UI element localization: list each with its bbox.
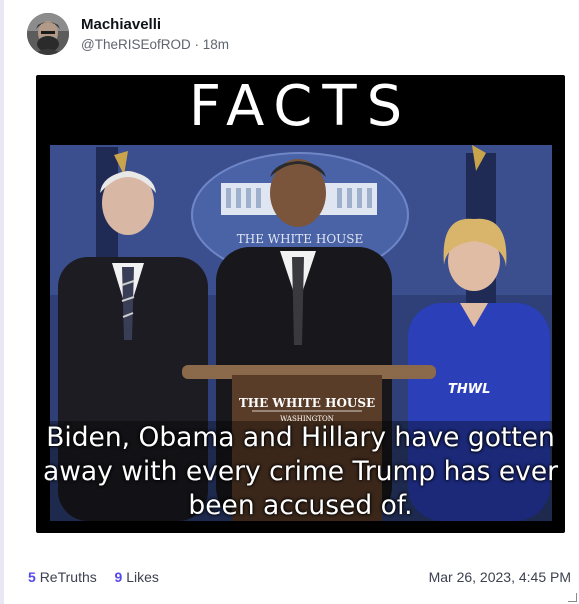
- author-handle[interactable]: @TheRISEofROD: [81, 37, 191, 52]
- post-timestamp[interactable]: Mar 26, 2023, 4:45 PM: [429, 569, 571, 585]
- likes-count: 9: [114, 569, 123, 585]
- image-caption: Biden, Obama and Hillary have gotten awa…: [42, 422, 559, 521]
- retruths-label: ReTruths: [39, 569, 97, 585]
- author-name[interactable]: Machiavelli: [81, 16, 161, 33]
- avatar[interactable]: [27, 13, 69, 55]
- retruths-count: 5: [28, 569, 36, 585]
- likes-link[interactable]: 9 Likes: [115, 569, 159, 585]
- likes-label: Likes: [126, 569, 159, 585]
- post-stats: 5 ReTruths 9 Likes: [28, 569, 159, 585]
- podium-sign-title: THE WHITE HOUSE: [239, 396, 375, 410]
- meta-separator: ·: [194, 37, 200, 52]
- resize-corner: [568, 593, 577, 602]
- image-watermark: THWL: [448, 382, 491, 397]
- left-border: [0, 0, 4, 604]
- author-meta: @TheRISEofROD · 18m: [81, 37, 229, 52]
- post-time-ago[interactable]: 18m: [203, 37, 229, 52]
- avatar-image: [27, 13, 69, 55]
- retruths-link[interactable]: 5 ReTruths: [28, 569, 101, 585]
- headline-text: FACTS: [188, 75, 413, 139]
- truth-post: Machiavelli @TheRISEofROD · 18m THE WHIT…: [0, 0, 579, 604]
- backdrop-seal-text: THE WHITE HOUSE: [237, 232, 364, 246]
- post-image[interactable]: THE WHITE HOUSE THE WHITE HOUSE WASHINGT…: [36, 75, 565, 533]
